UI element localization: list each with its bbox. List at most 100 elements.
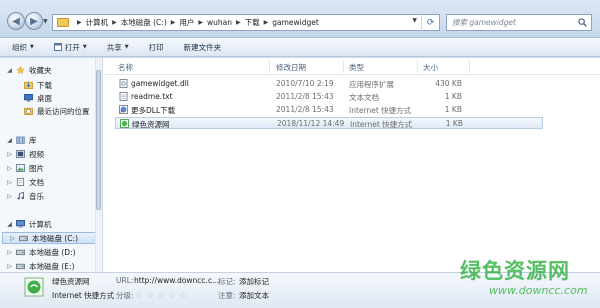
chevron-down-icon: ▼ [124,44,129,50]
documents-icon [16,178,25,186]
pictures-icon [16,164,25,172]
back-button[interactable]: ◀ [7,12,25,30]
expand-icon[interactable]: ▷ [9,235,16,242]
expand-icon[interactable]: ▷ [6,165,13,172]
file-list: 名称 修改日期 类型 大小 gamewidget.dll 2010/7/10 2… [103,58,600,272]
collapse-icon[interactable]: ◢ [6,67,13,74]
watermark-url: www.downcc.com [489,284,588,297]
expand-icon[interactable]: ▷ [6,193,13,200]
breadcrumb-computer[interactable]: ▶ 计算机 [73,17,108,28]
star-icon[interactable]: ☆ [179,291,189,301]
nav-desktop[interactable]: 桌面 [0,92,94,104]
star-icon[interactable]: ☆ [146,291,156,301]
navigation-pane: ◢ 收藏夹 下载 桌面 最近访问的位置 ◢ 库 ▷ 视频 ▷ 图片 ▷ 文档 ▷ [0,58,102,272]
file-row-gamewidget-dll[interactable]: gamewidget.dll 2010/7/10 2:19 应用程序扩展 430… [115,78,543,90]
file-row-more-dll[interactable]: 更多DLL下载 2011/2/8 15:43 Internet 快捷方式 1 K… [115,104,543,116]
nav-disk-e[interactable]: ▷ 本地磁盘 (E:) [0,260,94,272]
expand-icon[interactable]: ▷ [6,263,13,270]
title-bar: ◀ ▶ ▼ ▶ 计算机 ▶ 本地磁盘 (C:) ▶ 用户 ▶ wuhan ▶ 下载 ▶ ga… [0,0,600,38]
nav-downloads[interactable]: 下载 [0,79,94,91]
star-icon [16,66,25,74]
downloads-folder-icon [24,81,33,89]
details-url-value[interactable]: http://www.downcc.c... [134,276,219,285]
refresh-icon: ⟳ [426,17,435,28]
column-divider[interactable] [417,60,418,73]
nav-documents[interactable]: ▷ 文档 [0,176,94,188]
column-name[interactable]: 名称 [118,62,133,73]
chevron-down-icon: ▼ [82,44,87,50]
videos-icon [16,150,25,158]
drive-icon [16,263,25,270]
watermark-text: 绿色资源网 [460,259,570,283]
rating-stars[interactable]: ☆ ☆ ☆ ☆ ☆ [135,291,190,301]
details-rating-label: 分级: [116,291,134,300]
desktop-icon [24,94,33,102]
details-file-type: Internet 快捷方式 [52,291,115,300]
address-bar[interactable]: ▶ 计算机 ▶ 本地磁盘 (C:) ▶ 用户 ▶ wuhan ▶ 下载 ▶ gamewidg… [52,14,440,31]
nav-favorites[interactable]: ◢ 收藏夹 [0,64,94,76]
nav-videos[interactable]: ▷ 视频 [0,148,94,160]
nav-computer[interactable]: ◢ 计算机 [0,218,94,230]
details-notes-label: 注意: [218,291,236,300]
music-icon [17,192,25,200]
expand-icon[interactable]: ▷ [6,151,13,158]
search-input[interactable]: 搜索 gamewidget [446,14,592,31]
nav-scrollbar-thumb[interactable] [96,70,101,210]
breadcrumb-gamewidget[interactable]: ▶ gamewidget [260,18,319,27]
chevron-down-icon: ▼ [30,44,34,50]
nav-libraries[interactable]: ◢ 库 [0,134,94,146]
column-header-row: 名称 修改日期 类型 大小 [103,58,600,75]
drive-icon [16,249,25,256]
text-file-icon [119,92,128,101]
forward-button[interactable]: ▶ [25,12,43,30]
nav-recent-places[interactable]: 最近访问的位置 [0,105,94,117]
breadcrumb-wuhan[interactable]: ▶ wuhan [194,18,232,27]
search-icon[interactable] [578,18,587,27]
recent-places-icon [24,107,33,115]
column-divider[interactable] [269,60,270,73]
address-dropdown-icon[interactable]: ▼ [412,17,417,24]
star-icon[interactable]: ☆ [157,291,167,301]
file-row-readme-txt[interactable]: readme.txt 2011/2/8 15:43 文本文档 1 KB [115,91,543,103]
file-row-lvse-ziyuanwang[interactable]: 绿色资源网 2018/11/12 14:49 Internet 快捷方式 1 K… [115,117,543,129]
collapse-icon[interactable]: ◢ [6,137,13,144]
column-date[interactable]: 修改日期 [276,62,306,73]
internet-shortcut-icon [120,119,129,128]
nav-pictures[interactable]: ▷ 图片 [0,162,94,174]
star-icon[interactable]: ☆ [168,291,178,301]
details-notes-value[interactable]: 添加文本 [239,290,269,301]
dll-file-icon [119,79,128,88]
library-icon [16,136,25,144]
details-tags-label: 标记: [218,277,236,286]
collapse-icon[interactable]: ◢ [6,221,13,228]
details-tags-value[interactable]: 添加标记 [239,276,269,287]
internet-shortcut-icon [119,105,128,114]
breadcrumb-users[interactable]: ▶ 用户 [167,17,195,28]
arrow-right-icon: ▶ [30,15,38,27]
expand-icon[interactable]: ▷ [6,179,13,186]
computer-icon [16,220,25,228]
column-divider[interactable] [469,60,470,73]
column-size[interactable]: 大小 [423,62,438,73]
organize-button[interactable]: 组织 ▼ [12,42,34,53]
internet-shortcut-icon [24,277,44,297]
breadcrumb-downloads[interactable]: ▶ 下载 [232,17,260,28]
drive-icon [19,235,28,242]
column-divider[interactable] [343,60,344,73]
details-file-name: 绿色资源网 [52,277,90,286]
open-button[interactable]: 打开 ▼ [53,42,87,53]
folder-icon [57,18,69,27]
nav-music[interactable]: ▷ 音乐 [0,190,94,202]
nav-disk-c[interactable]: ▷ 本地磁盘 (C:) [2,232,96,244]
refresh-button[interactable]: ⟳ [421,14,439,31]
column-type[interactable]: 类型 [349,62,364,73]
expand-icon[interactable]: ▷ [6,249,13,256]
arrow-left-icon: ◀ [12,15,20,27]
star-icon[interactable]: ☆ [135,291,145,301]
breadcrumb-disk-c[interactable]: ▶ 本地磁盘 (C:) [108,17,167,28]
share-button[interactable]: 共享 ▼ [107,42,129,53]
print-button[interactable]: 打印 [149,42,164,53]
nav-disk-d[interactable]: ▷ 本地磁盘 (D:) [0,246,94,258]
history-dropdown[interactable]: ▼ [43,18,50,25]
new-folder-button[interactable]: 新建文件夹 [184,42,222,53]
